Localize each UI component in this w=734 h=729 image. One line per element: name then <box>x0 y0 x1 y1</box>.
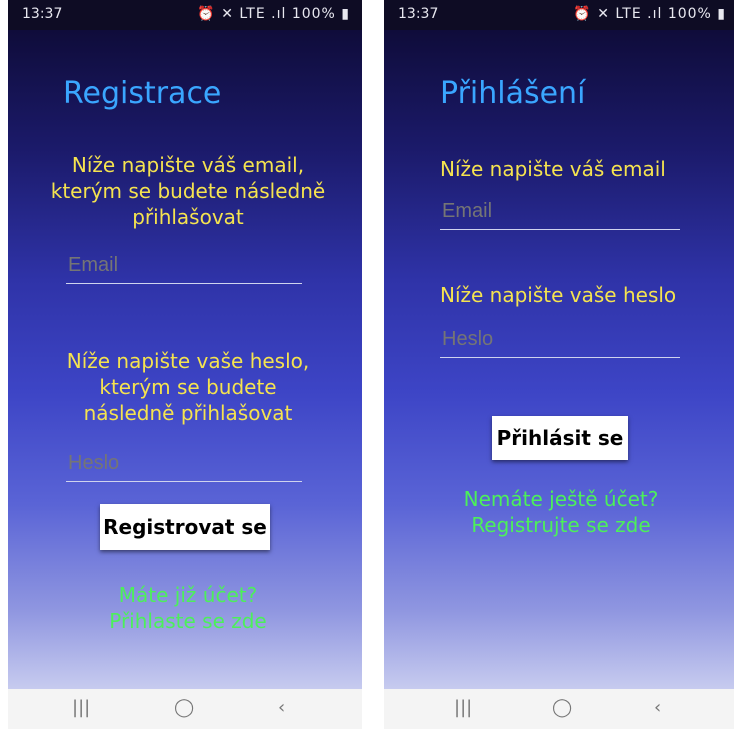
login-link[interactable]: Máte již účet? Přihlaste se zde <box>88 582 288 634</box>
register-button[interactable]: Registrovat se <box>100 504 270 550</box>
page-title: Registrace <box>63 76 222 111</box>
password-field[interactable] <box>440 328 680 358</box>
email-prompt: Níže napište váš email <box>440 157 666 181</box>
home-icon[interactable]: ◯ <box>552 697 572 718</box>
email-field[interactable] <box>440 200 680 230</box>
status-time: 13:37 <box>22 6 63 22</box>
nav-bar: ||| ◯ ‹ <box>384 689 734 729</box>
login-screen: 13:37 ⏰ ✕ LTE .ıl 100% ▮ Přihlášení Níže… <box>384 0 734 729</box>
page-title: Přihlášení <box>440 76 586 111</box>
email-prompt: Níže napište váš email, kterým se budete… <box>50 153 326 229</box>
status-icons: ⏰ ✕ LTE .ıl 100% ▮ <box>197 6 350 22</box>
login-button[interactable]: Přihlásit se <box>492 416 628 460</box>
back-icon[interactable]: ‹ <box>654 697 661 718</box>
screen-background: Přihlášení Níže napište váš email Níže n… <box>384 30 734 689</box>
email-field[interactable] <box>66 254 302 284</box>
screen-background: Registrace Níže napište váš email, který… <box>8 30 362 689</box>
status-bar: 13:37 ⏰ ✕ LTE .ıl 100% ▮ <box>384 0 734 30</box>
status-bar: 13:37 ⏰ ✕ LTE .ıl 100% ▮ <box>8 0 362 30</box>
password-prompt: Níže napište vaše heslo, kterým se budet… <box>66 349 310 425</box>
recents-icon[interactable]: ||| <box>72 697 90 718</box>
home-icon[interactable]: ◯ <box>174 697 194 718</box>
password-field[interactable] <box>66 452 302 482</box>
recents-icon[interactable]: ||| <box>454 697 472 718</box>
register-link[interactable]: Nemáte ještě účet? Registrujte se zde <box>446 486 676 538</box>
status-icons: ⏰ ✕ LTE .ıl 100% ▮ <box>573 6 726 22</box>
password-prompt: Níže napište vaše heslo <box>440 283 677 307</box>
nav-bar: ||| ◯ ‹ <box>8 689 362 729</box>
back-icon[interactable]: ‹ <box>278 697 285 718</box>
registration-screen: 13:37 ⏰ ✕ LTE .ıl 100% ▮ Registrace Níže… <box>8 0 362 729</box>
status-time: 13:37 <box>398 6 439 22</box>
